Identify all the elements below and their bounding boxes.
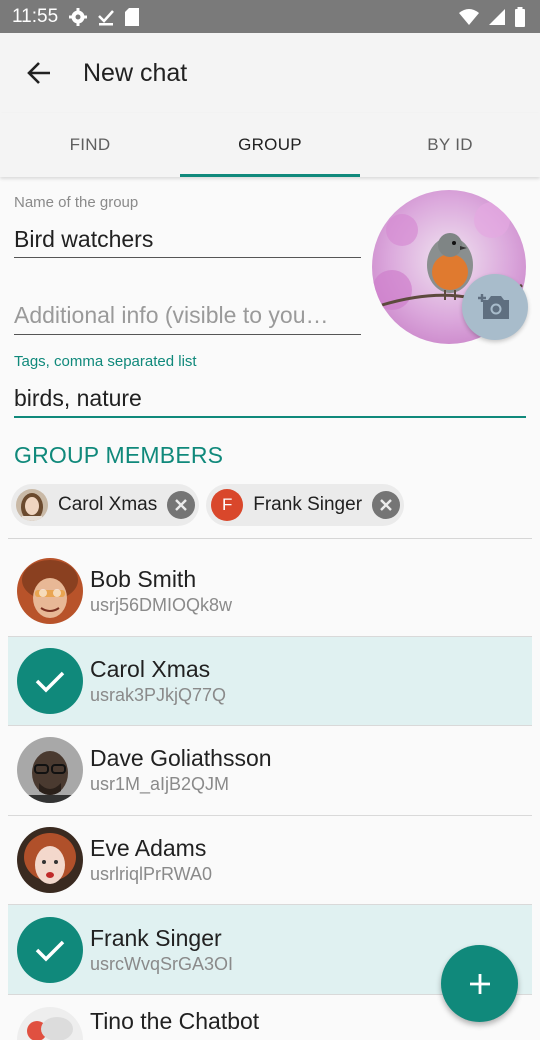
member-chip: F Frank Singer (206, 484, 405, 526)
wifi-icon (459, 8, 479, 25)
tab-bar: FIND GROUP BY ID (0, 113, 540, 177)
add-button[interactable] (441, 945, 518, 1022)
member-chips: Carol Xmas F Frank Singer (11, 484, 405, 526)
contact-id: usr1M_aIjB2QJM (90, 774, 230, 795)
close-icon (175, 499, 188, 511)
contact-name: Eve Adams (90, 835, 207, 862)
add-icon (469, 973, 490, 994)
avatar (17, 1006, 83, 1040)
member-chip-label: Frank Singer (253, 494, 363, 515)
tab-by-id[interactable]: BY ID (360, 113, 540, 177)
group-name-label: Name of the group (14, 194, 139, 211)
battery-icon (515, 6, 525, 27)
sd-card-icon (125, 7, 140, 26)
download-done-icon (98, 9, 115, 25)
tab-find[interactable]: FIND (0, 113, 180, 177)
contact-id: usrj56DMIOQk8w (90, 595, 233, 616)
status-time: 11:55 (12, 5, 59, 27)
tags-label: Tags, comma separated list (14, 353, 197, 370)
additional-info-underline (14, 334, 361, 335)
contact-name: Bob Smith (90, 566, 197, 593)
contact-name: Dave Goliathsson (90, 745, 272, 772)
divider (8, 538, 532, 539)
settings-icon (69, 7, 88, 26)
remove-member-button[interactable] (167, 491, 196, 519)
close-icon (380, 499, 392, 511)
group-name-underline (14, 257, 361, 258)
change-photo-button[interactable] (462, 274, 528, 340)
check-icon (35, 671, 65, 693)
group-name-input[interactable]: Bird watchers (14, 226, 153, 253)
avatar (16, 489, 48, 521)
contact-id: usrlriqlPrRWA0 (90, 864, 213, 885)
status-bar: 11:55 (0, 0, 540, 33)
member-chip-label: Carol Xmas (58, 494, 158, 515)
avatar (17, 558, 83, 625)
avatar (17, 916, 83, 983)
contact-row[interactable]: Eve Adams usrlriqlPrRWA0 (8, 816, 532, 906)
contact-id: usrak3PJkjQ77Q (90, 684, 227, 705)
contact-row[interactable]: Bob Smith usrj56DMIOQk8w (8, 547, 532, 637)
contact-row[interactable]: Carol Xmas usrak3PJkjQ77Q (8, 636, 532, 727)
contact-name: Frank Singer (90, 924, 222, 951)
group-members-title: GROUP MEMBERS (14, 442, 224, 468)
signal-icon (489, 8, 505, 25)
add-photo-icon (478, 294, 509, 319)
check-icon (35, 940, 65, 962)
tags-underline (14, 416, 526, 418)
avatar-letter: F (211, 489, 244, 521)
arrow-back-icon (27, 62, 50, 84)
avatar (17, 737, 83, 804)
additional-info-input[interactable]: Additional info (visible to you… (14, 302, 359, 329)
avatar (17, 827, 83, 894)
avatar (17, 647, 83, 714)
tab-group[interactable]: GROUP (180, 113, 360, 177)
contact-id: usrcWvqSrGA3OI (90, 953, 234, 974)
back-button[interactable] (17, 51, 61, 95)
contact-name: Carol Xmas (90, 655, 211, 682)
contact-row[interactable]: Dave Goliathsson usr1M_aIjB2QJM (8, 726, 532, 816)
tags-input[interactable]: birds, nature (14, 385, 142, 412)
page-title: New chat (83, 58, 188, 87)
member-chip: Carol Xmas (11, 484, 200, 526)
remove-member-button[interactable] (372, 491, 401, 519)
app-bar: New chat (0, 33, 540, 113)
contact-name: Tino the Chatbot (90, 1007, 260, 1034)
